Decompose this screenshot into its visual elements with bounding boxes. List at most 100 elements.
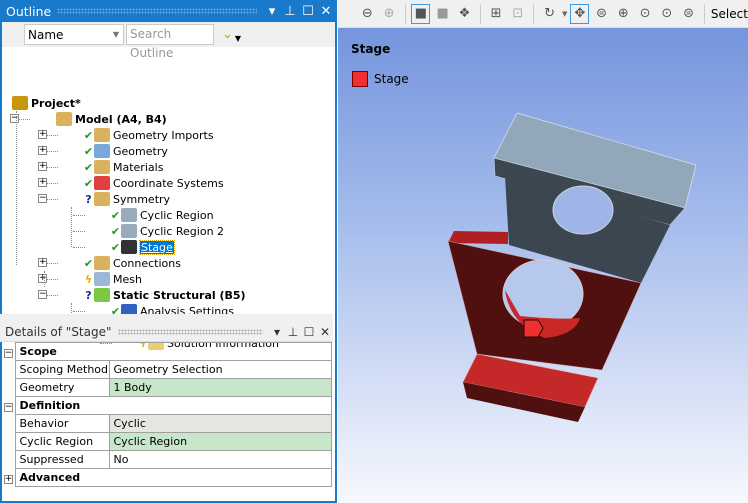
- tree-item[interactable]: ✔ Materials: [83, 159, 163, 175]
- drag-grip[interactable]: [57, 8, 257, 14]
- search-input[interactable]: Search Outline: [126, 24, 214, 60]
- details-row[interactable]: Scoping Method Geometry Selection: [2, 360, 332, 379]
- outline-tree: Project* − Model (A4, B4) + ✔ Geometry Import…: [2, 47, 335, 350]
- tree-item[interactable]: ✔ Geometry Imports: [83, 127, 214, 143]
- check-status-icon: ✔: [83, 256, 94, 270]
- model-render[interactable]: [338, 0, 748, 503]
- details-row[interactable]: Behavior Cyclic: [2, 414, 332, 433]
- tree-item-label: Symmetry: [113, 192, 171, 206]
- tree-node-icon: [94, 128, 110, 142]
- group-toggle[interactable]: −: [2, 343, 15, 361]
- tree-item-label: Geometry Imports: [113, 128, 214, 142]
- tree-item[interactable]: ? Symmetry: [83, 191, 170, 207]
- name-select[interactable]: Name ▼: [24, 24, 124, 45]
- tree-item-label: Materials: [113, 160, 164, 174]
- more-icon[interactable]: ▼: [235, 34, 241, 43]
- close-icon[interactable]: ✕: [317, 4, 335, 19]
- tree-item-label: Geometry: [113, 144, 168, 158]
- group-label: Scope: [14, 342, 332, 361]
- lightning-status-icon: ϟ: [84, 272, 93, 286]
- tree-node-icon: [94, 288, 110, 302]
- tree-item[interactable]: ✔ Geometry: [83, 143, 168, 159]
- tree-node-icon: [94, 144, 110, 158]
- outline-title: Outline: [6, 3, 52, 19]
- tree-item[interactable]: Project*: [12, 95, 81, 111]
- tree-item-label: Coordinate Systems: [113, 176, 224, 190]
- details-group[interactable]: − Scope: [2, 342, 332, 361]
- property-value[interactable]: Cyclic: [108, 414, 332, 433]
- property-name: Cyclic Region: [14, 432, 110, 451]
- tree-node-icon: [121, 240, 137, 254]
- tree-item-label: Stage: [139, 239, 175, 255]
- tree-item[interactable]: ✔ Coordinate Systems: [83, 175, 224, 191]
- details-header: Details of "Stage" ▾ ⊥ ☐ ✕: [0, 322, 333, 342]
- tree-item[interactable]: ✔ Connections: [83, 255, 181, 271]
- tree-node-icon: [121, 224, 137, 238]
- details-title: Details of "Stage": [5, 324, 112, 339]
- red-top-strip: [448, 231, 508, 244]
- details-grid: − Scope Scoping Method Geometry Selection Ge…: [2, 342, 332, 487]
- gray-hole: [552, 185, 614, 235]
- check-status-icon: ✔: [110, 240, 121, 254]
- tree-item-label: Cyclic Region: [140, 208, 214, 222]
- tree-item[interactable]: ϟ Mesh: [83, 271, 142, 287]
- check-status-icon: ✔: [83, 160, 94, 174]
- check-status-icon: ✔: [110, 224, 121, 238]
- tree-node-icon: [94, 160, 110, 174]
- maximize-icon[interactable]: ☐: [299, 4, 317, 19]
- check-status-icon: ✔: [83, 128, 94, 142]
- details-row[interactable]: Cyclic Region Cyclic Region: [2, 432, 332, 451]
- tree-item-label: Connections: [113, 256, 181, 270]
- graphics-viewport[interactable]: ⊖ ⊕ ■ ■ ❖ ⊞ ⊡ ↻ ▼ ✥ ⊜ ⊕ ⊙ ⊙ ⊜ Select Sta…: [338, 0, 748, 503]
- tree-item-label: Model (A4, B4): [75, 112, 167, 126]
- property-name: Suppressed: [14, 450, 110, 469]
- tree-node-icon: [56, 112, 72, 126]
- property-value[interactable]: No: [108, 450, 332, 469]
- tree-item-label: Mesh: [113, 272, 142, 286]
- group-toggle[interactable]: −: [2, 397, 15, 415]
- check-status-icon: ✔: [83, 176, 94, 190]
- tree-item[interactable]: ? Static Structural (B5): [83, 287, 246, 303]
- property-value[interactable]: Geometry Selection: [108, 360, 332, 379]
- chevron-down-icon: ▼: [112, 30, 119, 39]
- tree-node-icon: [94, 176, 110, 190]
- details-row[interactable]: Geometry 1 Body: [2, 378, 332, 397]
- tree-node-icon: [12, 96, 28, 110]
- name-select-value: Name: [28, 27, 64, 42]
- maximize-icon[interactable]: ☐: [301, 325, 317, 339]
- tree-node-icon: [94, 256, 110, 270]
- red-hole: [502, 259, 584, 329]
- tree-item[interactable]: ✔ Stage: [110, 239, 175, 255]
- drag-grip[interactable]: [117, 328, 263, 335]
- details-group[interactable]: + Advanced: [2, 468, 332, 487]
- close-icon[interactable]: ✕: [317, 325, 333, 339]
- tree-item-label: Static Structural (B5): [113, 288, 246, 302]
- tree-item[interactable]: Model (A4, B4): [56, 111, 167, 127]
- outline-header: Outline ▾ ⊥ ☐ ✕: [2, 0, 335, 22]
- dropdown-icon[interactable]: ▾: [269, 325, 285, 339]
- outline-toolbar: Name ▼ Search Outline ⌄ ▼: [2, 22, 335, 60]
- check-status-icon: ✔: [83, 144, 94, 158]
- question-status-icon: ?: [85, 192, 92, 206]
- property-value[interactable]: 1 Body: [108, 378, 332, 397]
- group-label: Advanced: [14, 468, 332, 487]
- property-value[interactable]: Cyclic Region: [108, 432, 332, 451]
- group-toggle[interactable]: +: [2, 469, 15, 487]
- check-status-icon: ✔: [110, 208, 121, 222]
- tree-node-icon: [121, 208, 137, 222]
- pin-icon[interactable]: ⊥: [281, 4, 299, 19]
- details-row[interactable]: Suppressed No: [2, 450, 332, 469]
- tree-node-icon: [94, 272, 110, 286]
- dropdown-icon[interactable]: ▾: [263, 4, 281, 19]
- tree-node-icon: [94, 192, 110, 206]
- tree-item[interactable]: ✔ Cyclic Region 2: [110, 223, 224, 239]
- question-status-icon: ?: [85, 288, 92, 302]
- property-name: Behavior: [14, 414, 110, 433]
- pin-icon[interactable]: ⊥: [285, 325, 301, 339]
- property-name: Geometry: [14, 378, 110, 397]
- filter-expand-icon[interactable]: ⌄: [222, 27, 233, 42]
- tree-item[interactable]: ✔ Cyclic Region: [110, 207, 214, 223]
- tree-item-label: Cyclic Region 2: [140, 224, 225, 238]
- tree-item-label: Project*: [31, 96, 81, 110]
- details-group[interactable]: − Definition: [2, 396, 332, 415]
